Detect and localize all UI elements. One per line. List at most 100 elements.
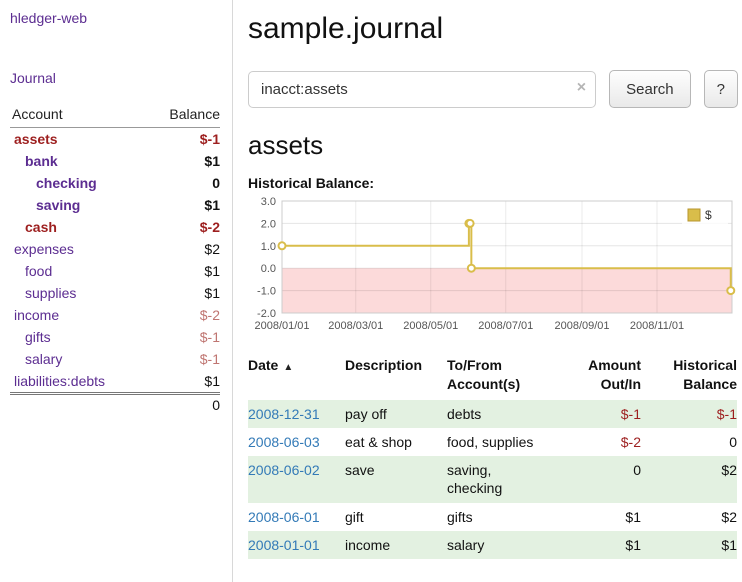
transaction-description: income (345, 531, 447, 559)
x-tick-label: 2008/05/01 (403, 320, 458, 332)
main-content: sample.journal × Search ? assets Histori… (234, 0, 742, 582)
account-row: bank$1 (10, 150, 220, 172)
chart-container: 3.02.01.00.0-1.0-2.02008/01/012008/03/01… (248, 195, 738, 342)
transaction-description: gift (345, 503, 447, 531)
transaction-accounts: debts (447, 400, 569, 428)
clear-search-icon[interactable]: × (577, 79, 586, 97)
account-link-gifts[interactable]: gifts (25, 329, 51, 345)
y-tick-label: -2.0 (257, 308, 276, 320)
transaction-description: eat & shop (345, 428, 447, 456)
transaction-date-link[interactable]: 2008-06-01 (248, 509, 320, 525)
account-balance: $-2 (145, 304, 220, 326)
account-link-liabilities-debts[interactable]: liabilities:debts (14, 373, 105, 389)
data-point-marker (279, 242, 286, 249)
transaction-date-cell: 2008-06-02 (248, 456, 345, 502)
account-name-cell: supplies (10, 282, 145, 304)
account-name-cell: assets (10, 128, 145, 151)
account-heading: assets (248, 130, 738, 161)
search-input[interactable] (248, 71, 596, 108)
transaction-accounts: food, supplies (447, 428, 569, 456)
sort-ascending-icon: ▲ (283, 362, 293, 373)
account-balance: $-1 (145, 128, 220, 151)
transaction-balance: $1 (649, 531, 737, 559)
transaction-balance: $-1 (649, 400, 737, 428)
account-row: supplies $1 (10, 282, 220, 304)
legend-label: $ (705, 208, 712, 222)
search-box: × (248, 71, 596, 108)
balance-chart: 3.02.01.00.0-1.0-2.02008/01/012008/03/01… (248, 195, 738, 337)
transaction-description: save (345, 456, 447, 502)
account-link-cash[interactable]: cash (25, 219, 57, 235)
data-point-marker (468, 265, 475, 272)
accounts-header-row: Account Balance (10, 106, 220, 128)
transaction-amount: $1 (569, 531, 649, 559)
transaction-date-cell: 2008-06-03 (248, 428, 345, 456)
transaction-amount: $-1 (569, 400, 649, 428)
transaction-accounts: gifts (447, 503, 569, 531)
account-balance: $2 (145, 238, 220, 260)
account-name-cell: gifts (10, 326, 145, 348)
transaction-date-link[interactable]: 2008-01-01 (248, 537, 320, 553)
y-tick-label: 2.0 (261, 218, 276, 230)
account-link-saving[interactable]: saving (36, 197, 80, 213)
register-row: 2008-06-02savesaving, checking0$2 (248, 456, 737, 502)
accounts-list: assets$-1bank$1checking0saving$1cash$-2e… (10, 128, 220, 394)
accounts-header-balance: Balance (145, 106, 220, 128)
y-tick-label: 1.0 (261, 241, 276, 253)
register-row: 2008-12-31pay offdebts$-1$-1 (248, 400, 737, 428)
help-button[interactable]: ? (704, 70, 738, 108)
account-link-assets[interactable]: assets (14, 131, 58, 147)
transaction-date-cell: 2008-06-01 (248, 503, 345, 531)
account-link-expenses[interactable]: expenses (14, 241, 74, 257)
x-tick-label: 2008/01/01 (254, 320, 309, 332)
account-row: income $-2 (10, 304, 220, 326)
account-row: liabilities:debts $1 (10, 370, 220, 394)
page-title: sample.journal (248, 12, 738, 46)
account-row: checking 0 (10, 172, 220, 194)
account-name-cell: cash (10, 216, 145, 238)
y-tick-label: -1.0 (257, 286, 276, 298)
register-row: 2008-06-01giftgifts$1$2 (248, 503, 737, 531)
account-name-cell: salary (10, 348, 145, 370)
account-link-income[interactable]: income (14, 307, 59, 323)
transaction-date-link[interactable]: 2008-06-03 (248, 434, 320, 450)
account-link-salary[interactable]: salary (25, 351, 62, 367)
chart-title: Historical Balance: (248, 175, 738, 191)
register-row: 2008-06-03eat & shopfood, supplies$-20 (248, 428, 737, 456)
account-name-cell: expenses (10, 238, 145, 260)
accounts-table: Account Balance assets$-1bank$1checking0… (10, 106, 220, 416)
transaction-date-link[interactable]: 2008-12-31 (248, 406, 320, 422)
account-balance: $1 (145, 282, 220, 304)
accounts-header-account: Account (10, 106, 145, 128)
account-balance: $-2 (145, 216, 220, 238)
accounts-total-spacer (10, 394, 145, 417)
account-link-checking[interactable]: checking (36, 175, 97, 191)
data-point-marker (467, 220, 474, 227)
transaction-balance: $2 (649, 456, 737, 502)
x-tick-label: 2008/07/01 (478, 320, 533, 332)
account-balance: $1 (145, 370, 220, 394)
account-row: cash $-2 (10, 216, 220, 238)
sidebar: hledger-web Journal Account Balance asse… (0, 0, 233, 582)
transaction-date-cell: 2008-12-31 (248, 400, 345, 428)
account-balance: 0 (145, 172, 220, 194)
y-tick-label: 3.0 (261, 196, 276, 208)
account-row: expenses $2 (10, 238, 220, 260)
transaction-date-link[interactable]: 2008-06-02 (248, 462, 320, 478)
legend-swatch-icon (688, 209, 700, 221)
account-link-supplies[interactable]: supplies (25, 285, 76, 301)
transaction-description: pay off (345, 400, 447, 428)
account-balance: $1 (145, 194, 220, 216)
x-tick-label: 2008/11/01 (630, 320, 684, 332)
account-name-cell: bank (10, 150, 145, 172)
transaction-date-cell: 2008-01-01 (248, 531, 345, 559)
account-link-bank[interactable]: bank (25, 153, 58, 169)
register-header-row: Date▲ Description To/From Account(s) Amo… (248, 354, 737, 400)
account-name-cell: saving (10, 194, 145, 216)
sidebar-item-journal[interactable]: Journal (10, 70, 56, 86)
col-date[interactable]: Date ▲ (248, 354, 345, 400)
app-brand-link[interactable]: hledger-web (10, 10, 87, 26)
search-button[interactable]: Search (609, 70, 691, 108)
account-link-food[interactable]: food (25, 263, 52, 279)
col-date-label: Date (248, 357, 278, 373)
